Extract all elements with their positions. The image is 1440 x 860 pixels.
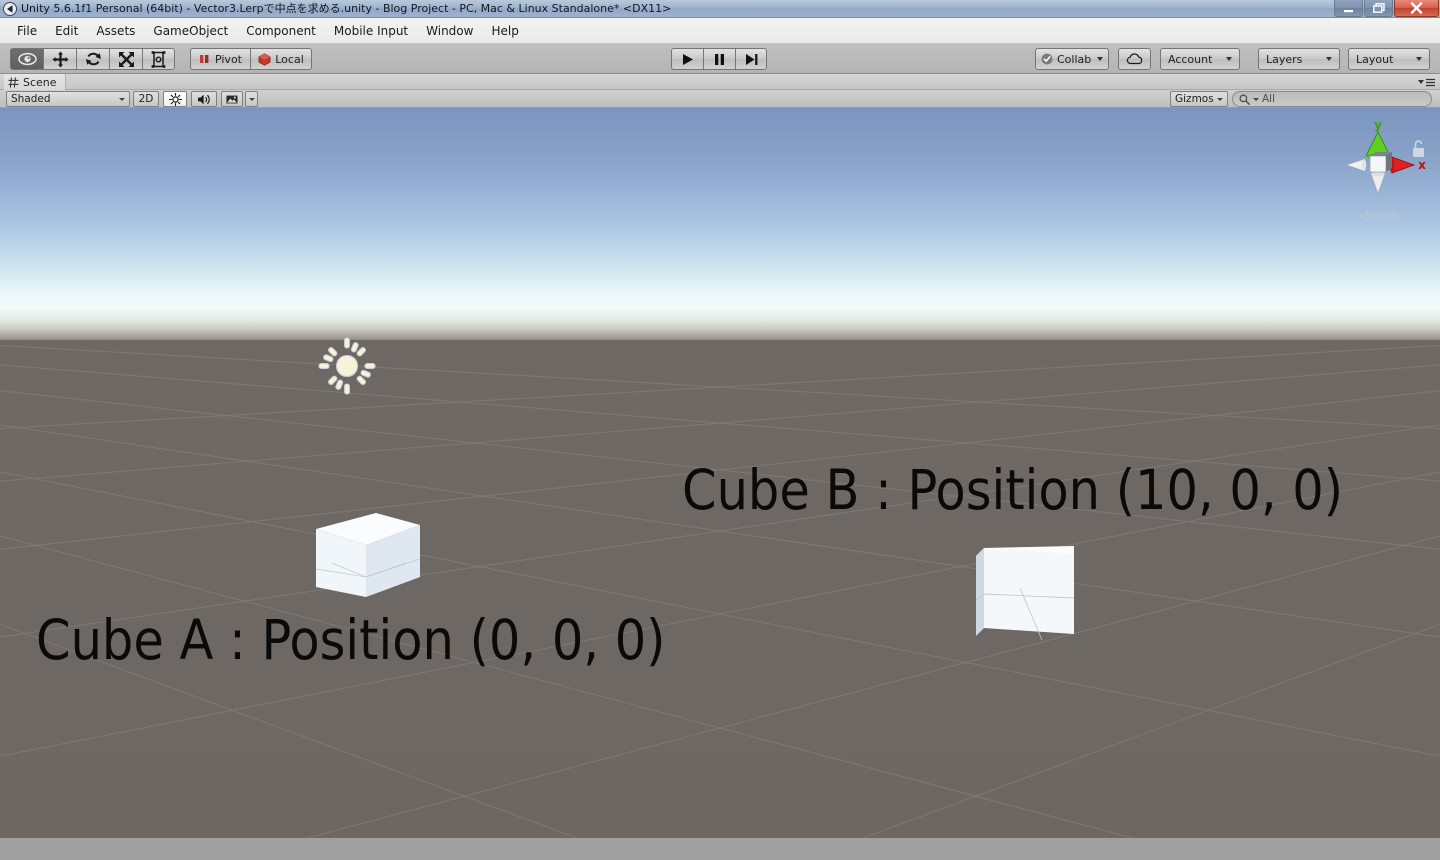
padlock-open-icon (1413, 140, 1424, 157)
pivot-space-group: Pivot Local (190, 48, 312, 70)
sun-icon (168, 92, 182, 106)
chevron-down-icon (1097, 57, 1104, 61)
tab-scene[interactable]: Scene (4, 74, 66, 90)
gizmos-label: Gizmos (1175, 93, 1214, 105)
pivot-toggle-button[interactable]: Pivot (190, 48, 250, 70)
account-group: Account (1160, 48, 1240, 70)
collab-label: Collab (1057, 52, 1092, 66)
scene-effects-toggle[interactable] (221, 91, 243, 107)
menu-gameobject[interactable]: GameObject (144, 22, 237, 40)
window-controls (1333, 0, 1439, 17)
unity-logo-icon (3, 1, 17, 16)
scene-panel: Scene Shaded 2D Gizmos All Cube A: Posi… (0, 74, 1440, 860)
menu-help[interactable]: Help (482, 22, 527, 40)
skybox-gradient (0, 108, 1440, 341)
collab-group: Collab (1035, 48, 1110, 70)
menu-mobile-input[interactable]: Mobile Input (325, 22, 417, 40)
toggle-2d-label: 2D (138, 93, 154, 105)
space-toggle-button[interactable]: Local (250, 48, 312, 70)
pivot-label: Pivot (214, 52, 242, 66)
cube-b-position-label: Cube B : Position (10, 0, 0) (682, 458, 1344, 522)
scene-lighting-toggle[interactable] (163, 91, 187, 107)
tab-scene-label: Scene (23, 75, 57, 89)
menu-edit[interactable]: Edit (46, 22, 87, 40)
move-tool-button[interactable] (43, 48, 76, 70)
gizmo-y-label: y (1374, 118, 1382, 132)
transform-tools-group (10, 48, 175, 70)
scale-tool-button[interactable] (109, 48, 142, 70)
search-filter-caret-icon (1253, 97, 1259, 101)
cube-a[interactable] (310, 503, 430, 608)
menu-bar: File Edit Assets GameObject Component Mo… (0, 18, 1440, 44)
cloud-group (1118, 48, 1151, 70)
image-effects-icon (226, 95, 238, 103)
layers-group: Layers (1258, 48, 1340, 70)
pause-button[interactable] (703, 48, 735, 70)
play-button[interactable] (671, 48, 703, 70)
scene-grid-icon (8, 76, 19, 88)
menu-assets[interactable]: Assets (87, 22, 144, 40)
account-button[interactable]: Account (1160, 48, 1240, 70)
cube-a-position-label: Cube A : Position (0, 0, 0) (36, 608, 666, 672)
directional-light-gizmo[interactable] (317, 336, 377, 396)
layers-label: Layers (1266, 52, 1303, 66)
chevron-down-icon (119, 97, 125, 101)
scene-search-placeholder: All (1262, 93, 1276, 105)
layout-group: Layout (1348, 48, 1430, 70)
layout-button[interactable]: Layout (1348, 48, 1430, 70)
layout-label: Layout (1356, 52, 1394, 66)
scene-view-gizmo[interactable]: y x Persp (1336, 112, 1432, 222)
ground-plane (0, 340, 1440, 838)
scene-audio-toggle[interactable] (191, 91, 217, 107)
window-bottom-area (0, 838, 1440, 860)
minimize-button[interactable] (1334, 0, 1363, 17)
menu-component[interactable]: Component (237, 22, 325, 40)
scene-view-toolbar: Shaded 2D Gizmos All (0, 90, 1440, 108)
scene-grid-lines (0, 344, 1440, 838)
draw-mode-dropdown[interactable]: Shaded (6, 91, 130, 107)
chevron-down-icon (1326, 57, 1332, 61)
title-bar: Unity 5.6.1f1 Personal (64bit) - Vector3… (0, 0, 1440, 18)
menu-window[interactable]: Window (417, 22, 482, 40)
playback-group (671, 48, 767, 70)
search-icon (1239, 94, 1250, 105)
services-cloud-button[interactable] (1118, 48, 1151, 70)
restore-button[interactable] (1364, 0, 1393, 17)
collab-button[interactable]: Collab (1035, 48, 1110, 70)
scene-effects-dropdown[interactable] (245, 91, 258, 107)
scene-search-input[interactable]: All (1232, 91, 1432, 107)
close-button[interactable] (1394, 0, 1439, 17)
gizmo-projection-label[interactable]: Persp (1365, 208, 1398, 222)
account-label: Account (1168, 52, 1213, 66)
toggle-2d-button[interactable]: 2D (133, 91, 159, 107)
window-title: Unity 5.6.1f1 Personal (64bit) - Vector3… (21, 1, 672, 15)
cube-b[interactable] (972, 542, 1082, 641)
panel-tab-row: Scene (0, 74, 1440, 90)
layers-button[interactable]: Layers (1258, 48, 1340, 70)
menu-file[interactable]: File (8, 22, 46, 40)
chevron-down-icon (248, 97, 255, 101)
chevron-down-icon (1217, 97, 1223, 101)
main-toolbar: Pivot Local Collab Account Layers Layout (0, 44, 1440, 74)
scene-viewport[interactable]: Cube A : Position (0, 0, 0) Cube B : Pos… (0, 108, 1440, 838)
hand-tool-button[interactable] (10, 48, 43, 70)
rotate-tool-button[interactable] (76, 48, 109, 70)
rect-tool-button[interactable] (142, 48, 175, 70)
step-button[interactable] (735, 48, 767, 70)
sun-gizmo-icon (318, 337, 376, 395)
space-label: Local (275, 52, 304, 66)
chevron-down-icon (1226, 57, 1232, 61)
gizmo-x-label: x (1418, 158, 1426, 172)
draw-mode-label: Shaded (11, 93, 51, 105)
unity-editor-window: Unity 5.6.1f1 Personal (64bit) - Vector3… (0, 0, 1440, 860)
gizmos-dropdown[interactable]: Gizmos (1170, 91, 1228, 107)
speaker-icon (197, 94, 210, 104)
chevron-down-icon (1416, 57, 1422, 61)
